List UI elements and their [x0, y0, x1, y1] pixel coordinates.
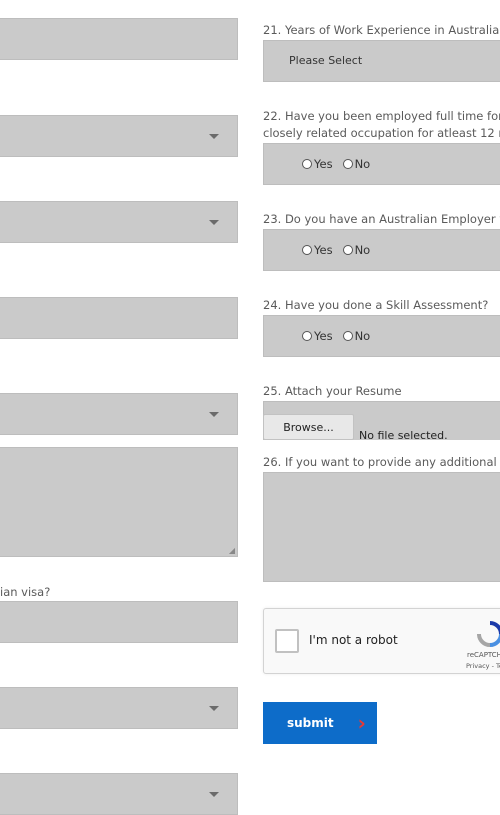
- q24-yes-label: Yes: [314, 329, 333, 343]
- recaptcha-widget: I'm not a robot reCAPTCH Privacy - Te: [263, 608, 500, 674]
- left-text-field-1[interactable]: [0, 18, 238, 60]
- chevron-down-icon: [209, 792, 219, 797]
- left-partial-label: ian visa?: [0, 585, 51, 599]
- recaptcha-label: I'm not a robot: [309, 633, 398, 647]
- q23-yes-label: Yes: [314, 243, 333, 257]
- radio-no[interactable]: [342, 331, 353, 341]
- q24-radio-group: Yes No: [263, 315, 500, 357]
- q24-no-option[interactable]: No: [342, 329, 371, 343]
- left-select-3[interactable]: [0, 393, 238, 435]
- submit-button[interactable]: submit ›: [263, 702, 377, 744]
- q22-label-line2: closely related occupation for atleast 1…: [263, 126, 500, 140]
- left-text-field-2[interactable]: [0, 297, 238, 339]
- radio-no[interactable]: [342, 245, 353, 255]
- browse-button[interactable]: Browse...: [263, 414, 354, 440]
- radio-yes[interactable]: [302, 159, 312, 169]
- q23-radio-group: Yes No: [263, 229, 500, 271]
- left-select-4[interactable]: [0, 687, 238, 729]
- recaptcha-brand: reCAPTCH: [467, 651, 500, 659]
- radio-yes[interactable]: [302, 331, 312, 341]
- left-textarea[interactable]: ◢: [0, 447, 238, 557]
- chevron-right-icon: ›: [357, 711, 366, 735]
- recaptcha-links[interactable]: Privacy - Te: [466, 662, 500, 670]
- chevron-down-icon: [209, 134, 219, 139]
- q26-label: 26. If you want to provide any additiona…: [263, 455, 500, 469]
- q23-yes-option[interactable]: Yes: [302, 243, 333, 257]
- recaptcha-logo-icon: [477, 621, 500, 647]
- q26-textarea[interactable]: [263, 472, 500, 582]
- radio-no[interactable]: [342, 159, 353, 169]
- chevron-down-icon: [209, 412, 219, 417]
- q21-select[interactable]: Please Select: [263, 40, 500, 82]
- q22-radio-group: Yes No: [263, 143, 500, 185]
- submit-label: submit: [287, 716, 334, 730]
- q24-yes-option[interactable]: Yes: [302, 329, 333, 343]
- q25-label: 25. Attach your Resume: [263, 384, 402, 398]
- q22-label-line1: 22. Have you been employed full time for…: [263, 109, 500, 123]
- q22-no-option[interactable]: No: [342, 157, 371, 171]
- q24-label: 24. Have you done a Skill Assessment?: [263, 298, 489, 312]
- q22-yes-label: Yes: [314, 157, 333, 171]
- chevron-down-icon: [209, 706, 219, 711]
- q23-label: 23. Do you have an Australian Employer w: [263, 212, 500, 226]
- q21-label: 21. Years of Work Experience in Australi…: [263, 23, 500, 37]
- chevron-down-icon: [209, 220, 219, 225]
- left-select-2[interactable]: [0, 201, 238, 243]
- file-status-text: No file selected.: [359, 429, 448, 442]
- q23-no-label: No: [354, 243, 371, 257]
- resize-handle-icon[interactable]: ◢: [229, 546, 235, 555]
- q23-no-option[interactable]: No: [342, 243, 371, 257]
- left-select-1[interactable]: [0, 115, 238, 157]
- q24-no-label: No: [354, 329, 371, 343]
- left-select-5[interactable]: [0, 773, 238, 815]
- q22-no-label: No: [354, 157, 371, 171]
- q22-yes-option[interactable]: Yes: [302, 157, 333, 171]
- radio-yes[interactable]: [302, 245, 312, 255]
- recaptcha-checkbox[interactable]: [275, 629, 299, 653]
- left-text-field-3[interactable]: [0, 601, 238, 643]
- q21-select-value: Please Select: [289, 54, 363, 67]
